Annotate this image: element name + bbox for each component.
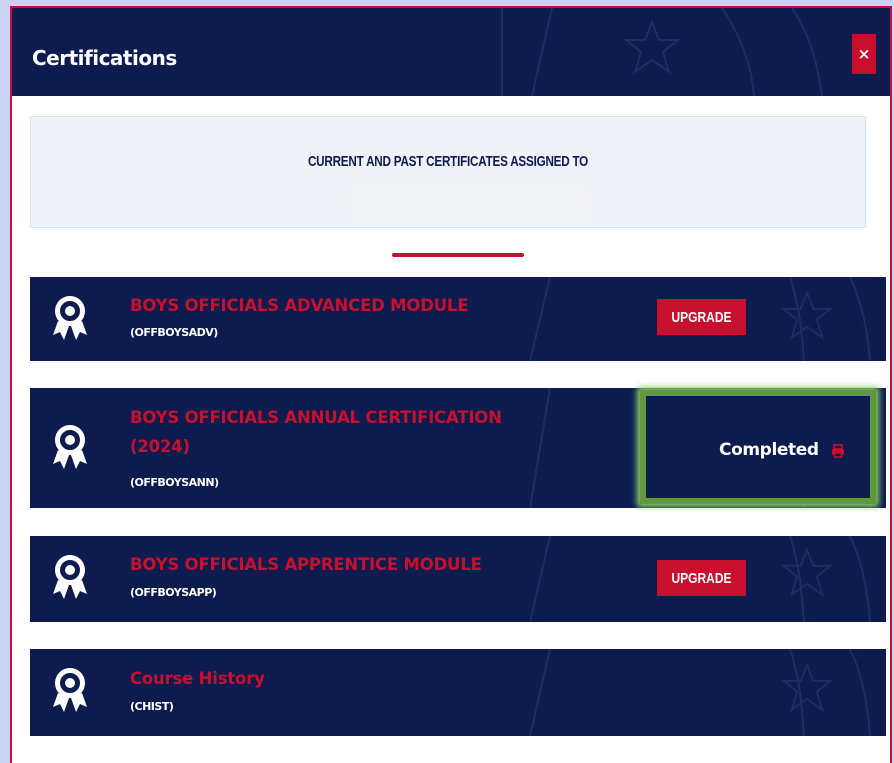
modal-header: Certifications × bbox=[12, 8, 890, 96]
assignee-name-redacted bbox=[349, 187, 589, 223]
upgrade-button-label: UPGRADE bbox=[671, 569, 732, 587]
intro-box: CURRENT AND PAST CERTIFICATES ASSIGNED T… bbox=[30, 116, 866, 228]
print-icon[interactable] bbox=[831, 444, 845, 458]
certifications-modal: Certifications × CURRENT AND PAST CERTIF… bbox=[10, 6, 892, 763]
certification-title-line: BOYS OFFICIALS ADVANCED MODULE bbox=[130, 296, 469, 315]
upgrade-button[interactable]: UPGRADE bbox=[657, 299, 746, 335]
award-ribbon-icon bbox=[50, 554, 90, 602]
certification-card: BOYS OFFICIALS ANNUAL CERTIFICATION (202… bbox=[30, 388, 886, 508]
certification-code: (OFFBOYSANN) bbox=[130, 476, 219, 489]
award-ribbon-icon bbox=[50, 667, 90, 715]
certification-title-line: BOYS OFFICIALS ANNUAL CERTIFICATION bbox=[130, 408, 502, 427]
intro-heading: CURRENT AND PAST CERTIFICATES ASSIGNED T… bbox=[307, 153, 589, 170]
certification-card: Course History (CHIST) bbox=[30, 649, 886, 736]
card-decoration bbox=[530, 649, 871, 736]
certification-title-line: BOYS OFFICIALS APPRENTICE MODULE bbox=[130, 555, 482, 574]
upgrade-button[interactable]: UPGRADE bbox=[657, 560, 746, 596]
upgrade-button-label: UPGRADE bbox=[671, 308, 732, 326]
certification-code: (OFFBOYSADV) bbox=[130, 326, 218, 339]
completed-status-label: Completed bbox=[719, 440, 819, 460]
award-ribbon-icon bbox=[50, 295, 90, 343]
completed-status-box: Completed bbox=[640, 390, 876, 504]
certification-title-line: (2024) bbox=[130, 437, 190, 456]
certification-title[interactable]: BOYS OFFICIALS ADVANCED MODULE bbox=[130, 291, 469, 320]
certification-code: (OFFBOYSAPP) bbox=[130, 586, 217, 599]
certification-title[interactable]: BOYS OFFICIALS ANNUAL CERTIFICATION (202… bbox=[130, 403, 502, 461]
certification-title[interactable]: Course History bbox=[130, 664, 265, 693]
header-decoration bbox=[501, 8, 823, 96]
certification-card: BOYS OFFICIALS ADVANCED MODULE (OFFBOYSA… bbox=[30, 277, 886, 361]
certification-title[interactable]: BOYS OFFICIALS APPRENTICE MODULE bbox=[130, 550, 482, 579]
certification-code: (CHIST) bbox=[130, 700, 174, 713]
certification-card: BOYS OFFICIALS APPRENTICE MODULE (OFFBOY… bbox=[30, 536, 886, 622]
award-ribbon-icon bbox=[50, 424, 90, 472]
modal-title: Certifications bbox=[32, 46, 177, 70]
close-button[interactable]: × bbox=[852, 34, 876, 74]
section-divider bbox=[392, 253, 524, 257]
certification-title-line: Course History bbox=[130, 669, 265, 688]
